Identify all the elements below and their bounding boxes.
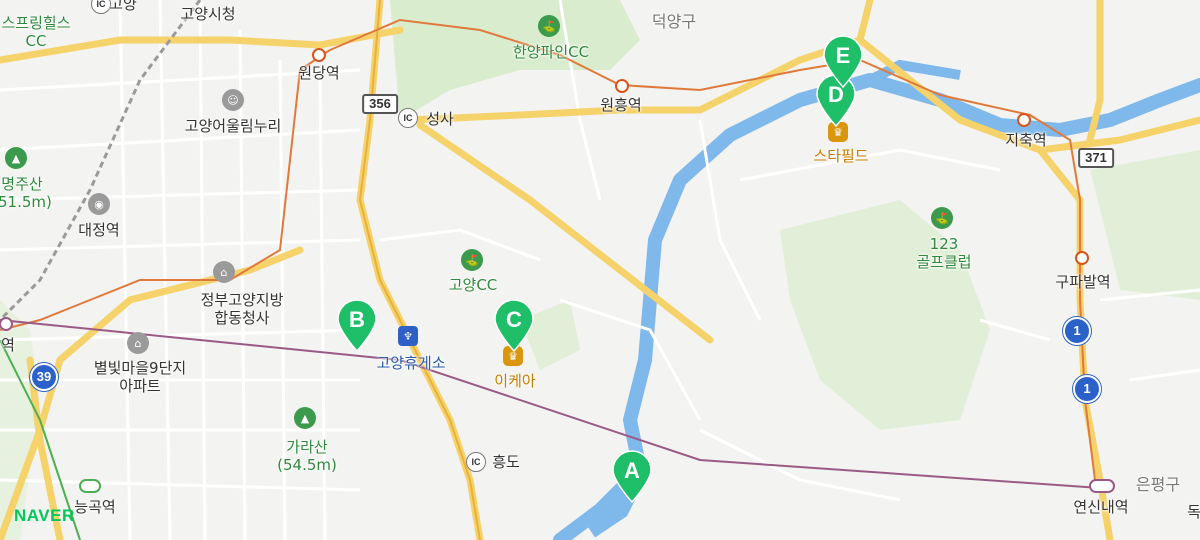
ic-badge: IC bbox=[398, 108, 418, 128]
place-label[interactable]: 고양휴게소 bbox=[376, 354, 445, 372]
place-label[interactable]: 원당역 bbox=[298, 64, 339, 82]
place-label[interactable]: 성사 bbox=[426, 110, 454, 128]
road-shield-1: 1 bbox=[1063, 317, 1091, 345]
station-dot[interactable] bbox=[1075, 251, 1089, 265]
map-marker-c[interactable]: C bbox=[491, 298, 537, 352]
map-canvas[interactable]: ⛳ ▲ ⛳ ⛳ ▲ ☺ ⌂ ⌂ ◉ ♆ ♛ ♛ IC IC IC 356 371… bbox=[0, 0, 1200, 540]
map-marker-a[interactable]: A bbox=[609, 449, 655, 503]
place-label[interactable]: 흥도 bbox=[492, 453, 520, 471]
naver-logo[interactable]: NAVER bbox=[14, 506, 75, 526]
place-label[interactable]: 정부고양지방 합동청사 bbox=[201, 291, 284, 327]
place-label[interactable]: 이케아 bbox=[494, 372, 535, 390]
place-label[interactable]: 스타필드 bbox=[813, 147, 868, 165]
marker-label: E bbox=[835, 43, 851, 68]
place-label[interactable]: 원흥역 bbox=[600, 96, 641, 114]
road-shield-356: 356 bbox=[362, 94, 398, 114]
place-label[interactable]: 명주산 (51.5m) bbox=[0, 175, 52, 211]
place-label[interactable]: 대정역 bbox=[78, 221, 119, 239]
place-label[interactable]: 고양CC bbox=[449, 276, 498, 294]
train-icon[interactable]: ◉ bbox=[88, 193, 110, 215]
place-label[interactable]: 고양시청 bbox=[180, 5, 235, 23]
road-shield-39: 39 bbox=[30, 363, 58, 391]
station-dot[interactable] bbox=[79, 479, 101, 493]
station-dot[interactable] bbox=[312, 48, 326, 62]
place-label[interactable]: 독 bbox=[1187, 503, 1200, 521]
district-label: 은평구 bbox=[1135, 475, 1181, 494]
map-marker-e[interactable]: E bbox=[820, 34, 866, 88]
road-shield-1: 1 bbox=[1073, 375, 1101, 403]
place-label[interactable]: 스프링힐스 CC bbox=[1, 14, 70, 50]
map-base-layer bbox=[0, 0, 1200, 540]
place-label[interactable]: 고양어울림누리 bbox=[185, 117, 282, 135]
place-label[interactable]: 한양파인CC bbox=[513, 43, 589, 61]
restaurant-icon[interactable]: ♆ bbox=[398, 326, 418, 346]
road-shield-371: 371 bbox=[1078, 148, 1114, 168]
marker-label: B bbox=[349, 307, 365, 332]
place-label[interactable]: 가라산 (54.5m) bbox=[277, 438, 337, 474]
apartment-icon[interactable]: ⌂ bbox=[127, 332, 149, 354]
government-icon[interactable]: ⌂ bbox=[213, 261, 235, 283]
station-dot[interactable] bbox=[615, 79, 629, 93]
place-label[interactable]: 능곡역 bbox=[74, 498, 115, 516]
station-dot[interactable] bbox=[1017, 113, 1031, 127]
golf-icon[interactable]: ⛳ bbox=[538, 15, 560, 37]
place-label[interactable]: 구파발역 bbox=[1055, 273, 1110, 291]
theater-icon[interactable]: ☺ bbox=[222, 89, 244, 111]
place-label[interactable]: 지축역 bbox=[1005, 131, 1046, 149]
golf-icon[interactable]: ⛳ bbox=[931, 207, 953, 229]
place-label[interactable]: 역 bbox=[1, 336, 15, 354]
district-label: 덕양구 bbox=[651, 12, 697, 31]
place-label[interactable]: 123 골프클럽 bbox=[916, 235, 971, 271]
place-label[interactable]: 별빛마을9단지 아파트 bbox=[94, 359, 186, 395]
map-marker-b[interactable]: B bbox=[334, 298, 380, 352]
marker-label: A bbox=[624, 458, 640, 483]
place-label[interactable]: 연신내역 bbox=[1073, 498, 1128, 516]
mountain-icon[interactable]: ▲ bbox=[5, 147, 27, 169]
marker-label: C bbox=[506, 307, 522, 332]
mountain-icon[interactable]: ▲ bbox=[294, 407, 316, 429]
place-label[interactable]: 고양 bbox=[109, 0, 137, 13]
station-dot[interactable] bbox=[1089, 479, 1115, 493]
golf-icon[interactable]: ⛳ bbox=[461, 249, 483, 271]
ic-badge: IC bbox=[466, 452, 486, 472]
